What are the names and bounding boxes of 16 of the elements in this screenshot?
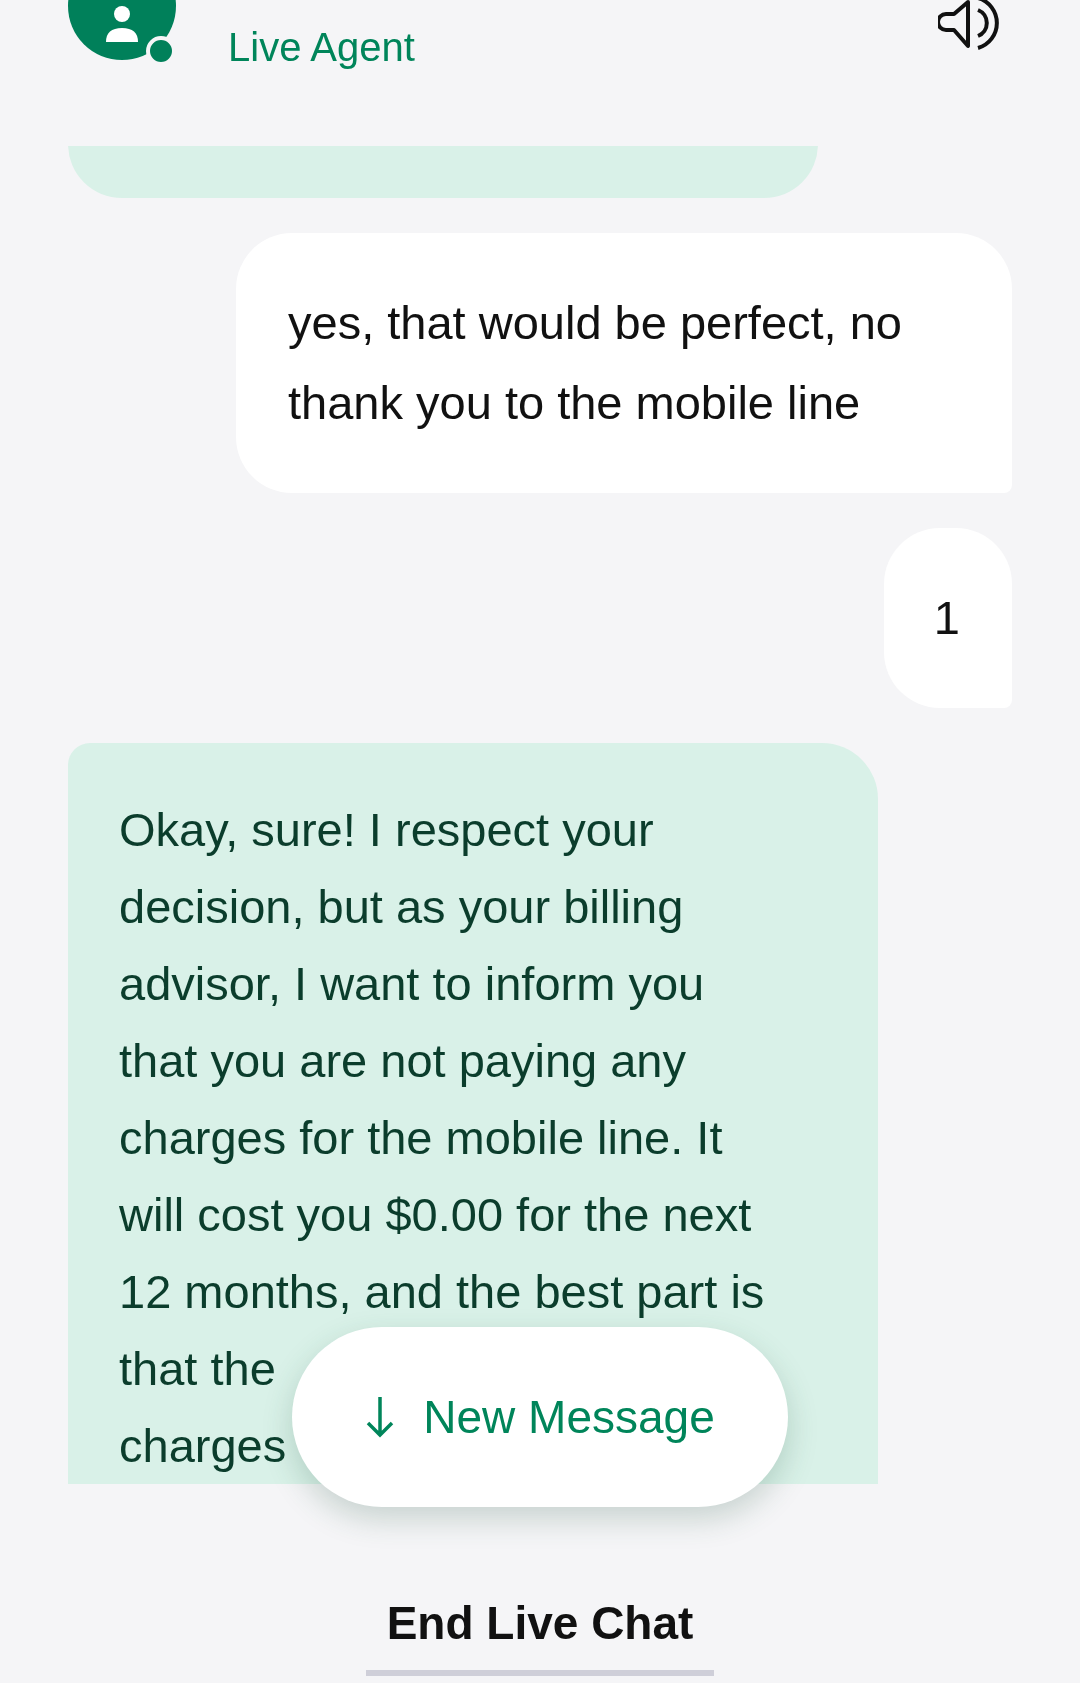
agent-status: Live Agent bbox=[228, 24, 415, 70]
message-text: that you are not paying any bbox=[119, 1033, 686, 1089]
message-text: that the bbox=[119, 1341, 276, 1397]
new-message-button[interactable]: New Message bbox=[292, 1327, 788, 1507]
message-text: yes, that would be perfect, no bbox=[288, 295, 902, 351]
down-arrow-icon bbox=[365, 1395, 396, 1439]
end-chat-button[interactable]: End Live Chat bbox=[386, 1596, 694, 1650]
message-text: Okay, sure! I respect your bbox=[119, 802, 654, 858]
message-text: charges bbox=[119, 1418, 287, 1474]
message-text: charges for the mobile line. It bbox=[119, 1110, 723, 1166]
message-text: 12 months, and the best part is bbox=[119, 1264, 765, 1320]
message-text: 1 bbox=[933, 590, 960, 646]
message-text: advisor, I want to inform you bbox=[119, 956, 705, 1012]
message-text: thank you to the mobile line bbox=[288, 375, 861, 431]
message-text: decision, but as your billing bbox=[119, 879, 684, 935]
message-text: will cost you $0.00 for the next bbox=[119, 1187, 752, 1243]
